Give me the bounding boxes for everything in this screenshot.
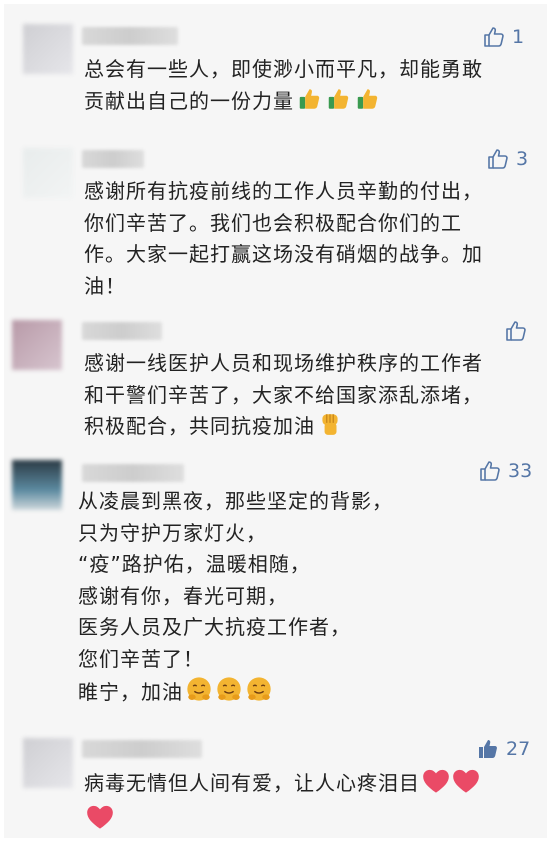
heart-emoji-icon: [452, 768, 480, 804]
commenter-name[interactable]: [82, 322, 162, 340]
like-count: 27: [506, 738, 531, 760]
commenter-name[interactable]: [82, 464, 184, 482]
like-button[interactable]: 3: [486, 144, 528, 174]
thumbs-up-outline-icon: [506, 321, 526, 341]
comment-line: 睢宁，加油: [78, 680, 183, 704]
avatar[interactable]: [12, 320, 62, 370]
comment-line: 油！: [84, 273, 126, 298]
avatar[interactable]: [12, 460, 62, 510]
like-button[interactable]: 27: [476, 734, 530, 764]
comment-text: 感谢所有抗疫前线的工作人员辛勤的付出， 你们辛苦了。我们也会积极配合你们的工 作…: [84, 176, 483, 302]
comment-text: 从凌晨到黑夜，那些坚定的背影， 只为守护万家灯火， “疫”路护佑，温暖相随， 感…: [78, 486, 393, 713]
comment-text: 总会有一些人，即使渺小而平凡，却能勇敢 贡献出自己的一份力量: [84, 54, 483, 121]
comment-text: 病毒无情但人间有爱，让人心疼泪目: [84, 768, 480, 839]
thumbs-up-filled-icon: [479, 740, 497, 758]
comment-line: 感谢有你，春光可期，: [78, 583, 288, 608]
like-button[interactable]: 33: [478, 456, 532, 486]
commenter-name[interactable]: [82, 150, 144, 168]
comment-line: 你们辛苦了。我们也会积极配合你们的工: [84, 210, 462, 235]
raised-fist-emoji-icon: [317, 411, 343, 447]
comment-line: 从凌晨到黑夜，那些坚定的背影，: [78, 489, 393, 513]
like-count: 3: [516, 148, 529, 170]
comment-line: 总会有一些人，即使渺小而平凡，却能勇敢: [84, 57, 483, 81]
avatar[interactable]: [23, 24, 73, 74]
like-count: 1: [512, 26, 525, 48]
avatar[interactable]: [23, 738, 73, 788]
hugging-face-emoji-icon: [185, 675, 213, 713]
comment-line: 病毒无情但人间有爱，让人心疼泪目: [84, 771, 420, 795]
comment-line: 和干警们辛苦了，大家不给国家添乱添堵，: [84, 382, 483, 407]
comment-line: 感谢一线医护人员和现场维护秩序的工作者: [84, 351, 483, 375]
heart-emoji-icon: [422, 768, 450, 804]
comments-panel: 1 总会有一些人，即使渺小而平凡，却能勇敢 贡献出自己的一份力量 3 感谢所有抗…: [4, 4, 547, 838]
avatar[interactable]: [23, 148, 73, 198]
comment-line: 医务人员及广大抗疫工作者，: [78, 615, 351, 639]
comment-line: 贡献出自己的一份力量: [84, 88, 294, 113]
hugging-face-emoji-icon: [245, 675, 273, 713]
thumbs-up-outline-icon: [488, 149, 508, 169]
thumbs-up-emoji-icon: [325, 86, 352, 122]
hugging-face-emoji-icon: [215, 675, 243, 713]
comment-line: 积极配合，共同抗疫加油: [84, 414, 315, 438]
thumbs-up-emoji-icon: [296, 86, 323, 122]
comment-line: “疫”路护佑，温暖相随，: [78, 552, 311, 576]
like-button[interactable]: 1: [482, 22, 524, 52]
thumbs-up-outline-icon: [480, 461, 500, 481]
thumbs-up-emoji-icon: [354, 86, 381, 122]
comment-line: 您们辛苦了！: [78, 646, 204, 671]
comment-line: 作。大家一起打赢这场没有硝烟的战争。加: [84, 242, 483, 266]
comment-text: 感谢一线医护人员和现场维护秩序的工作者 和干警们辛苦了，大家不给国家添乱添堵， …: [84, 348, 483, 447]
like-count: 33: [508, 460, 533, 482]
commenter-name[interactable]: [82, 740, 202, 758]
commenter-name[interactable]: [82, 27, 178, 45]
like-button[interactable]: [504, 316, 534, 346]
comment-line: 感谢所有抗疫前线的工作人员辛勤的付出，: [84, 179, 483, 203]
heart-emoji-icon: [86, 804, 114, 840]
comment-line: 只为守护万家灯火，: [78, 520, 267, 545]
thumbs-up-outline-icon: [484, 27, 504, 47]
